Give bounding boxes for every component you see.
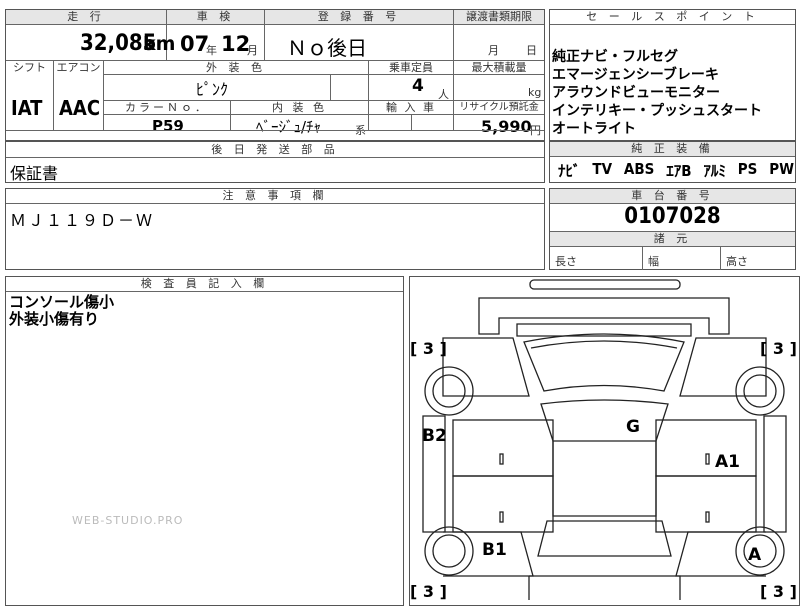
dimension-width: 幅 [648,255,659,268]
registration-header: 登 録 番 号 [265,10,453,24]
capacity-value: 4 [412,76,424,96]
max-load-header: 最大積載量 [454,61,544,75]
damage-mark-a: A [748,545,762,565]
genuine-equipment-list: ﾅﾋﾞ TV ABS ｴｱB ｱﾙﾐ PS PW [558,160,794,181]
dimension-length: 長さ [555,255,577,268]
transfer-month-unit: 月 [488,44,499,57]
chassis-header: 車 台 番 号 [550,189,795,203]
inspector-notes: コンソール傷小 外装小傷有り [9,294,114,328]
sales-point-item: アラウンドビューモニター [552,85,720,101]
genuine-equipment-header: 純 正 装 備 [550,142,795,156]
watermark: WEB-STUDIO.PRO [72,514,184,527]
notes-header: 注 意 事 項 欄 [6,189,544,203]
damage-mark-a1: A1 [715,452,740,472]
color-no-header: カラーＮｏ． [125,101,209,114]
inspection-month-unit: 月 [247,44,258,57]
recycle-value: 5,990 [481,117,532,136]
equipment-item: ｴｱB [666,162,692,180]
registration-value: Ｎｏ後日 [287,36,367,60]
exterior-color-header: 外 装 色 [104,61,368,75]
equipment-item: TV [592,160,613,178]
capacity-header: 乗車定員 [369,61,453,75]
transfer-day-unit: 日 [526,44,537,57]
exterior-color-value: ﾋﾟﾝｸ [196,80,229,99]
equipment-item: ｱﾙﾐ [703,162,726,180]
car-outline-icon [422,279,787,600]
damage-mark-g: G [626,417,640,437]
tire-depth-rear-right: [ 3 ] [760,582,797,601]
inspector-line: コンソール傷小 [9,293,115,311]
mileage-header: 走 行 [6,10,166,24]
later-parts-value: 保証書 [10,164,59,183]
shift-value: IAT [11,96,43,120]
equipment-item: ﾅﾋﾞ [558,162,581,180]
damage-mark-b2: B2 [422,426,447,446]
dimension-height: 高さ [726,255,748,268]
shift-header: シフト [6,61,53,75]
interior-color-value: ﾍﾞｰｼﾞｭ/ﾁｬ [256,118,322,136]
sales-points-header: セ ー ル ス ポ イ ン ト [550,10,795,24]
inspector-header: 検 査 員 記 入 欄 [6,277,403,291]
tire-depth-front-left: [ 3 ] [410,339,447,358]
import-header: 輸 入 車 [386,101,436,114]
color-no-value: P59 [152,117,184,135]
tire-depth-front-right: [ 3 ] [760,339,797,358]
tire-depth-rear-left: [ 3 ] [410,582,447,601]
damage-mark-b1: B1 [482,540,507,560]
aircon-value: AAC [59,96,101,120]
inspection-month: 12 [221,32,251,56]
sales-point-item: 純正ナビ・フルセグ [552,49,678,65]
inspector-line: 外装小傷有り [9,310,100,328]
mileage-unit: km [143,33,176,55]
aircon-header: エアコン [54,61,103,75]
interior-color-header: 内 装 色 [272,101,327,114]
sales-point-item: オートライト [552,121,636,137]
dimensions-header: 諸 元 [550,232,795,246]
inspection-year: 07 [180,32,210,56]
recycle-header: リサイクル預託金 [459,102,539,113]
equipment-item: PW [769,160,794,178]
sales-points-list: 純正ナビ・フルセグ エマージェンシーブレーキ アラウンドビューモニター インテリ… [552,48,762,138]
notes-value: ＭＪ１１９Ｄ－Ｗ [10,211,155,230]
transfer-header: 譲渡書類期限 [454,10,544,24]
sales-point-item: エマージェンシーブレーキ [552,67,719,83]
equipment-item: ABS [623,160,655,178]
inspection-year-unit: 年 [206,44,217,57]
equipment-item: PS [737,160,758,178]
max-load-unit: kg [528,86,542,99]
sales-point-item: インテリキー・プッシュスタート [552,103,762,119]
chassis-value: 0107028 [624,204,721,229]
inspection-header: 車 検 [167,10,264,24]
